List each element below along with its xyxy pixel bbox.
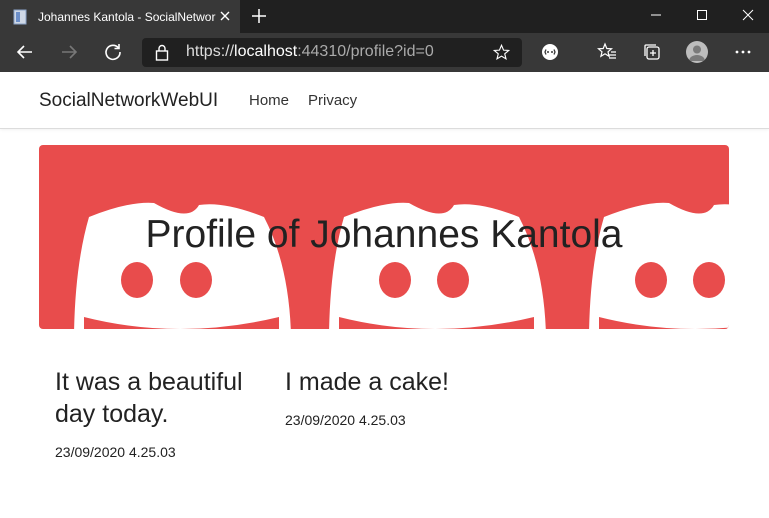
tab-title: Johannes Kantola - SocialNetwor (38, 9, 216, 24)
post-card: It was a beautiful day today. 23/09/2020… (55, 366, 255, 460)
browser-tab[interactable]: Johannes Kantola - SocialNetwor (0, 0, 240, 33)
browser-titlebar: Johannes Kantola - SocialNetwor (0, 0, 769, 33)
lock-icon[interactable] (155, 44, 169, 61)
post-date: 23/09/2020 4.25.03 (285, 412, 406, 428)
collections-icon[interactable] (641, 41, 663, 63)
nav-link-home[interactable]: Home (249, 92, 289, 109)
forward-icon[interactable] (58, 41, 80, 63)
refresh-icon[interactable] (102, 41, 124, 63)
favorites-icon[interactable] (596, 41, 618, 63)
url-scheme: https:// (186, 43, 235, 60)
back-icon[interactable] (14, 41, 36, 63)
plus-icon[interactable] (250, 7, 268, 25)
browser-toolbar: https://localhost:44310/profile?id=0 (0, 33, 769, 72)
close-icon[interactable] (218, 9, 232, 23)
maximize-icon[interactable] (679, 0, 725, 30)
post-title: It was a beautiful day today. (55, 368, 243, 428)
window-close-icon[interactable] (725, 0, 769, 30)
more-icon[interactable] (732, 41, 754, 63)
profile-banner: Profile of Johannes Kantola (39, 145, 729, 329)
post-title: I made a cake! (285, 368, 449, 396)
profile-title: Profile of Johannes Kantola (145, 213, 623, 256)
page-icon (13, 9, 27, 24)
post-card: I made a cake! 23/09/2020 4.25.03 (285, 366, 505, 428)
address-bar[interactable]: https://localhost:44310/profile?id=0 (142, 38, 522, 67)
url-text: https://localhost:44310/profile?id=0 (186, 43, 434, 61)
minimize-icon[interactable] (633, 0, 679, 30)
navbar-brand[interactable]: SocialNetworkWebUI (39, 90, 218, 112)
extension-icon[interactable] (539, 41, 561, 63)
post-date: 23/09/2020 4.25.03 (55, 444, 176, 460)
favorite-star-icon[interactable] (493, 44, 510, 61)
url-host: localhost (234, 43, 298, 60)
site-navbar: SocialNetworkWebUI Home Privacy (0, 72, 769, 129)
profile-avatar-icon[interactable] (686, 41, 708, 63)
nav-link-privacy[interactable]: Privacy (308, 92, 357, 109)
url-path: :44310/profile?id=0 (297, 43, 434, 60)
